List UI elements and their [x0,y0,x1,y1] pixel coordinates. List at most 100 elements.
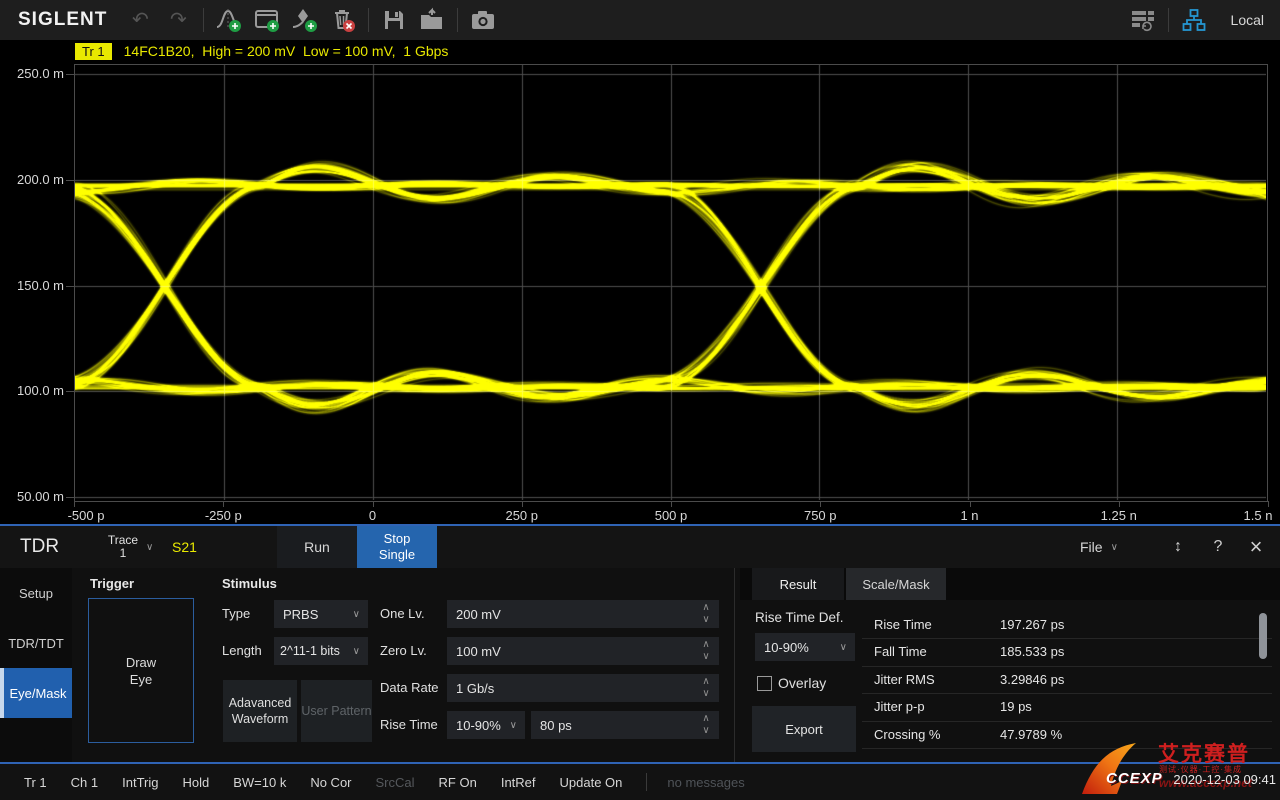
spinner-up-icon[interactable]: ∧ [702,677,709,687]
save-icon [381,7,407,33]
x-axis-tick-label: 1 n [960,508,978,524]
open-file-button[interactable] [413,0,451,40]
window-layout-button[interactable] [1124,0,1162,40]
one-level-value: 200 mV [456,607,501,622]
undo-button[interactable]: ↶ [121,0,159,40]
chevron-down-icon: ∨ [510,720,517,731]
clock: 2020-12-03 09:41 [1173,772,1276,787]
spinner-down-icon[interactable]: ∨ [702,615,709,625]
resize-updown-icon: ↕ [1174,538,1182,556]
sidebar-item-setup[interactable]: Setup [0,568,72,618]
user-pattern-button[interactable]: User Pattern [301,680,372,742]
zero-level-spinner[interactable]: ∧ ∨ [696,638,716,664]
spinner-down-icon[interactable]: ∨ [702,689,709,699]
y-axis-tick [66,74,74,75]
rise-time-def-value: 10-90% [456,718,501,733]
result-row-value: 19 ps [1000,699,1032,714]
x-axis-tick [1268,501,1269,507]
data-rate-field[interactable]: 1 Gb/s ∧ ∨ [447,674,719,702]
add-marker-button[interactable] [286,0,324,40]
spinner-up-icon[interactable]: ∧ [702,640,709,650]
status-intref: IntRef [501,775,536,790]
x-axis-tick-label: 750 p [804,508,837,524]
one-level-field[interactable]: 200 mV ∧ ∨ [447,600,719,628]
trace-selector[interactable]: Trace 1 ∨ [100,526,170,568]
advanced-waveform-button[interactable]: Adavanced Waveform [223,680,297,742]
status-message: no messages [667,775,744,790]
result-tabs: Result Scale/Mask [740,568,1280,600]
chevron-down-icon: ∨ [1111,542,1118,553]
x-axis-tick [1119,501,1120,507]
result-rise-def-dropdown[interactable]: 10-90% ∨ [755,633,855,661]
local-mode-indicator[interactable]: Local [1231,12,1264,28]
rise-time-field[interactable]: 80 ps ∧ ∨ [531,711,719,739]
toolbar-separator [203,8,204,32]
one-level-label: One Lv. [380,600,425,628]
panel-resize-button[interactable]: ↕ [1160,526,1196,568]
y-axis-tick-label: 100.0 m [0,383,64,399]
overlay-checkbox[interactable] [757,676,772,691]
siglent-logo: SIGLENT [18,9,107,31]
status-update-on: Update On [560,775,623,790]
spinner-up-icon[interactable]: ∧ [702,714,709,724]
sidebar-item-eye-mask[interactable]: Eye/Mask [0,668,72,718]
tab-scale-mask[interactable]: Scale/Mask [846,568,946,600]
run-button[interactable]: Run [277,526,357,568]
zero-level-value: 100 mV [456,644,501,659]
length-value: 2^11-1 bits [280,644,340,658]
zero-level-field[interactable]: 100 mV ∧ ∨ [447,637,719,665]
redo-icon: ↷ [170,10,187,30]
spinner-up-icon[interactable]: ∧ [702,603,709,613]
rise-time-value: 80 ps [540,718,572,733]
length-dropdown[interactable]: 2^11-1 bits ∨ [274,637,368,665]
add-trace-button[interactable] [210,0,248,40]
result-row: Crossing %47.9789 % [862,720,1272,749]
trace-badge[interactable]: Tr 1 [75,43,112,60]
toolbar-separator [368,8,369,32]
spinner-down-icon[interactable]: ∨ [702,726,709,736]
data-rate-label: Data Rate [380,674,439,702]
x-axis-tick-label: 1.25 n [1101,508,1137,524]
spinner-down-icon[interactable]: ∨ [702,652,709,662]
sidebar-item-tdr-tdt[interactable]: TDR/TDT [0,618,72,668]
save-button[interactable] [375,0,413,40]
panel-sidebar: SetupTDR/TDTEye/Mask [0,568,72,762]
close-panel-button[interactable]: × [1238,526,1274,568]
status-rf-on: RF On [439,775,477,790]
stop-single-button[interactable]: Stop Single [357,526,437,568]
parameter-s21[interactable]: S21 [162,526,207,568]
overlay-label: Overlay [778,669,826,697]
toolbar-separator [457,8,458,32]
screenshot-button[interactable] [464,0,502,40]
export-button[interactable]: Export [752,706,856,752]
zero-level-label: Zero Lv. [380,637,427,665]
draw-eye-button[interactable]: Draw Eye [88,598,194,743]
result-scrollbar[interactable] [1259,613,1267,659]
chevron-down-icon: ∨ [353,646,360,657]
result-row-label: Rise Time [874,617,1000,632]
redo-button[interactable]: ↷ [159,0,197,40]
rise-time-spinner[interactable]: ∧ ∨ [696,712,716,738]
window-layout-icon [1129,7,1157,33]
network-button[interactable] [1175,0,1213,40]
add-window-button[interactable] [248,0,286,40]
toolbar-separator [1168,8,1169,32]
add-trace-icon [215,7,243,33]
result-row: Jitter p-p19 ps [862,693,1272,722]
x-axis-tick [373,501,374,507]
y-axis-tick [66,391,74,392]
file-menu[interactable]: File ∨ [1080,526,1118,568]
one-level-spinner[interactable]: ∧ ∨ [696,601,716,627]
rise-time-def-dropdown[interactable]: 10-90% ∨ [447,711,525,739]
result-row-value: 3.29846 ps [1000,672,1064,687]
delete-trace-button[interactable] [324,0,362,40]
x-axis-tick-label: 0 [369,508,376,524]
y-axis-tick [66,497,74,498]
tab-result[interactable]: Result [752,568,844,600]
data-rate-value: 1 Gb/s [456,681,494,696]
type-dropdown[interactable]: PRBS ∨ [274,600,368,628]
x-axis-tick [820,501,821,507]
stimulus-group-title: Stimulus [222,576,277,591]
help-button[interactable]: ? [1200,526,1236,568]
data-rate-spinner[interactable]: ∧ ∨ [696,675,716,701]
